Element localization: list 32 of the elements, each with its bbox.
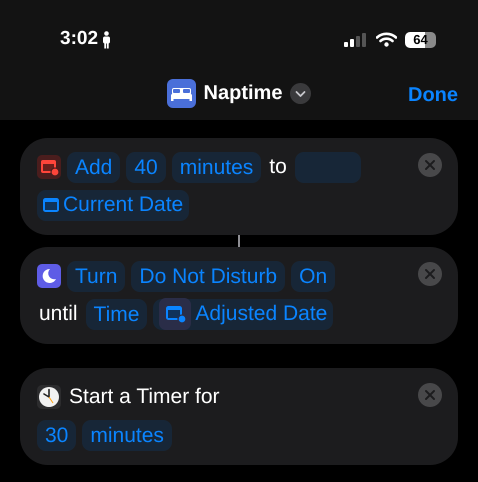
variable-token[interactable]: Adjusted Date	[153, 298, 334, 330]
parameter-token[interactable]: Time	[86, 298, 148, 330]
clock-icon	[37, 385, 61, 409]
moon-icon	[37, 264, 61, 288]
chevron-down-icon[interactable]	[290, 82, 312, 104]
done-button[interactable]: Done	[408, 80, 458, 110]
bed-icon	[166, 78, 196, 108]
calendar-icon	[43, 198, 59, 212]
parameter-token[interactable]: Add	[67, 152, 120, 182]
action-text: to	[268, 154, 288, 180]
parameter-token[interactable]: minutes	[172, 152, 262, 182]
calendar-icon	[37, 155, 61, 179]
status-time: 3:02	[60, 27, 98, 52]
close-icon[interactable]	[418, 383, 442, 407]
parameter-token[interactable]: 40	[126, 152, 166, 182]
battery-level: 64	[405, 32, 436, 48]
variable-token[interactable]: Current Date	[37, 190, 190, 220]
person-icon	[102, 30, 112, 48]
parameter-token[interactable]: 30	[37, 420, 76, 450]
signal-icon	[344, 32, 368, 47]
wifi-icon	[376, 32, 397, 47]
parameter-token[interactable]: minutes	[82, 420, 172, 450]
parameter-token[interactable]: On	[291, 260, 336, 292]
close-icon[interactable]	[418, 262, 442, 286]
shortcut-title[interactable]: Naptime	[204, 78, 282, 108]
action-text: until	[38, 301, 79, 328]
action-text: Start a Timer for	[68, 384, 221, 410]
parameter-token[interactable]: Do Not Disturb	[131, 260, 286, 292]
empty-parameter[interactable]	[294, 152, 361, 182]
parameter-token[interactable]: Turn	[67, 260, 126, 292]
close-icon[interactable]	[418, 153, 442, 177]
calendar-icon	[159, 298, 192, 330]
